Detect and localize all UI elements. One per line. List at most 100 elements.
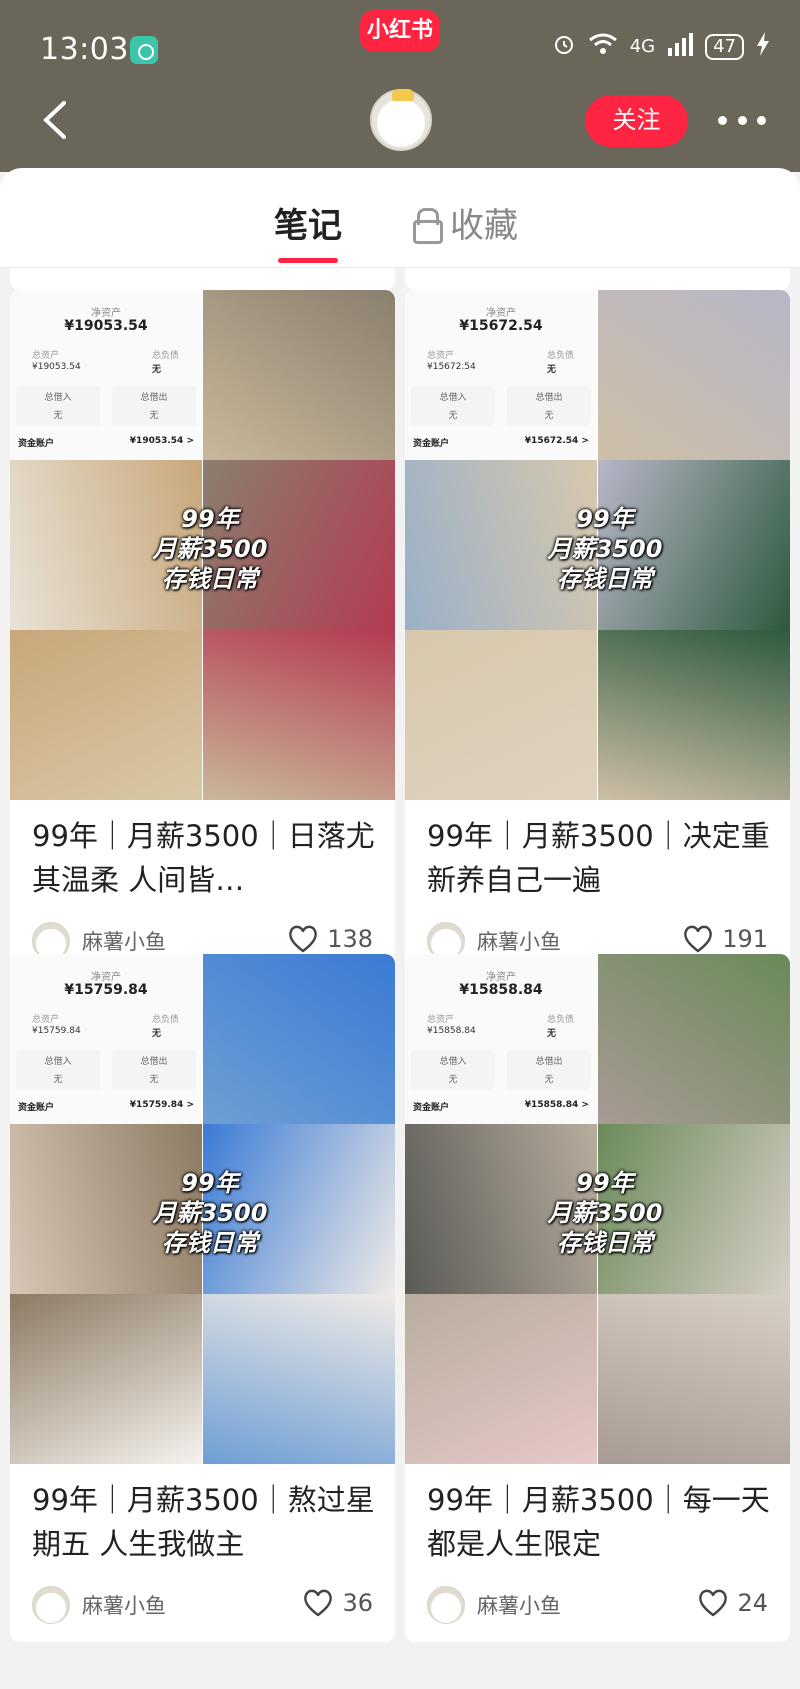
lock-icon [412,207,443,244]
like-button[interactable]: 138 [287,924,373,954]
photo-tile [203,290,395,460]
author-name[interactable]: 麻薯小鱼 [477,926,561,956]
note-card[interactable]: 净资产 ¥19053.54 总资产 ¥19053.54 总负债 无 总借入无 总… [10,290,395,978]
note-title[interactable]: 99年｜月薪3500｜决定重新养自己一遍 [405,800,790,904]
net-assets-label: 净资产 [486,308,516,319]
photo-tile [598,1294,790,1464]
signal-icon [667,32,694,61]
photo-tile [10,1294,202,1464]
net-assets-label: 净资产 [91,308,121,319]
app-notification-icon [130,36,158,64]
previous-card-bottom [405,268,790,290]
overlay-line: 99年 [181,505,239,533]
photo-tile [598,954,790,1124]
note-cover-image: 净资产 ¥15672.54 总资产 ¥15672.54 总负债 无 总借入无 总… [405,290,790,800]
author-name[interactable]: 麻薯小鱼 [477,1590,561,1620]
status-time: 13:03 [40,32,129,67]
fund-account-row: 资金账户 ¥19053.54 > [18,436,194,449]
note-card[interactable]: 净资产 ¥15672.54 总资产 ¥15672.54 总负债 无 总借入无 总… [405,290,790,978]
asset-loan-boxes: 总借入无 总借出无 [411,1050,591,1090]
total-debt-label: 总负债 [152,1015,180,1025]
tab-collections-label: 收藏 [450,206,518,246]
like-button[interactable]: 24 [697,1588,768,1618]
borrow-in-value: 无 [448,1075,458,1085]
follow-button[interactable]: 关注 [585,95,688,147]
borrow-in-value: 无 [53,1075,63,1085]
heart-icon [699,1589,728,1617]
overlay-line: 存钱日常 [162,565,258,593]
borrow-in-label: 总借入 [44,393,72,403]
note-meta: 麻薯小鱼 36 [10,1568,395,1642]
note-card[interactable]: 净资产 ¥15759.84 总资产 ¥15759.84 总负债 无 总借入无 总… [10,954,395,1642]
total-assets-value: ¥15672.54 [427,362,476,372]
fund-account-value: ¥15858.84 > [524,1100,589,1110]
overlay-line: 存钱日常 [162,1229,258,1257]
lend-out-label: 总借出 [140,393,168,403]
total-debt-value: 无 [547,1029,557,1039]
like-count: 36 [342,1589,373,1617]
tab-collections[interactable]: 收藏 [412,198,518,247]
overlay-line: 存钱日常 [557,1229,653,1257]
overlay-line: 99年 [576,1169,634,1197]
lend-out-box: 总借出无 [112,1050,196,1090]
note-title[interactable]: 99年｜月薪3500｜熬过星期五 人生我做主 [10,1464,395,1568]
lend-out-label: 总借出 [535,1057,563,1067]
tab-notes[interactable]: 笔记 [274,198,342,263]
like-count: 138 [327,925,373,953]
total-debt-value: 无 [547,365,557,375]
author-avatar[interactable] [32,1586,70,1624]
lend-out-box: 总借出无 [507,1050,591,1090]
asset-screenshot: 净资产 ¥19053.54 总资产 ¥19053.54 总负债 无 总借入无 总… [10,290,202,460]
net-assets-value: ¥15858.84 [459,982,543,998]
header-bar: 13:03 小红书 4G 47 关注 [0,0,800,172]
more-options-icon[interactable] [718,108,766,132]
author-name[interactable]: 麻薯小鱼 [82,1590,166,1620]
net-assets-value: ¥15672.54 [459,318,543,334]
cover-overlay-text: 99年 月薪3500 存钱日常 [130,504,290,594]
overlay-line: 月薪3500 [547,535,663,563]
cover-overlay-text: 99年 月薪3500 存钱日常 [130,1168,290,1258]
author-name[interactable]: 麻薯小鱼 [82,926,166,956]
overlay-line: 99年 [181,1169,239,1197]
note-card[interactable]: 净资产 ¥15858.84 总资产 ¥15858.84 总负债 无 总借入无 总… [405,954,790,1642]
fund-account-row: 资金账户 ¥15759.84 > [18,1100,194,1113]
net-assets-label: 净资产 [91,972,121,983]
like-count: 24 [737,1589,768,1617]
photo-tile [598,290,790,460]
note-title[interactable]: 99年｜月薪3500｜日落尤其温柔 人间皆… [10,800,395,904]
photo-tile [405,1294,597,1464]
net-assets-value: ¥15759.84 [64,982,148,998]
borrow-in-label: 总借入 [439,1057,467,1067]
note-meta: 麻薯小鱼 24 [405,1568,790,1642]
cover-overlay-text: 99年 月薪3500 存钱日常 [525,504,685,594]
borrow-in-box: 总借入无 [411,386,495,426]
like-count: 191 [722,925,768,953]
author-avatar[interactable] [427,1586,465,1624]
asset-loan-boxes: 总借入无 总借出无 [411,386,591,426]
profile-avatar[interactable] [370,89,432,151]
overlay-line: 月薪3500 [547,1199,663,1227]
photo-tile [203,1294,395,1464]
total-assets-value: ¥19053.54 [32,362,81,372]
notes-grid: 净资产 ¥19053.54 总资产 ¥19053.54 总负债 无 总借入无 总… [0,268,800,1689]
network-type: 4G [629,36,656,57]
lend-out-value: 无 [544,1075,554,1085]
overlay-line: 存钱日常 [557,565,653,593]
fund-account-label: 资金账户 [18,439,55,449]
note-title[interactable]: 99年｜月薪3500｜每一天都是人生限定 [405,1464,790,1568]
asset-screenshot: 净资产 ¥15672.54 总资产 ¥15672.54 总负债 无 总借入无 总… [405,290,597,460]
total-assets-label: 总资产 [32,1015,60,1025]
borrow-in-box: 总借入无 [16,1050,100,1090]
battery-level: 47 [705,33,744,60]
total-debt-label: 总负债 [547,1015,575,1025]
like-button[interactable]: 191 [682,924,768,954]
total-debt-label: 总负债 [152,351,180,361]
back-button[interactable] [40,100,70,140]
fund-account-value: ¥15672.54 > [524,436,589,446]
heart-icon [289,925,318,953]
previous-card-bottom [10,268,395,290]
fund-account-value: ¥19053.54 > [129,436,194,446]
fund-account-label: 资金账户 [18,1103,55,1113]
overlay-line: 月薪3500 [152,1199,268,1227]
like-button[interactable]: 36 [302,1588,373,1618]
